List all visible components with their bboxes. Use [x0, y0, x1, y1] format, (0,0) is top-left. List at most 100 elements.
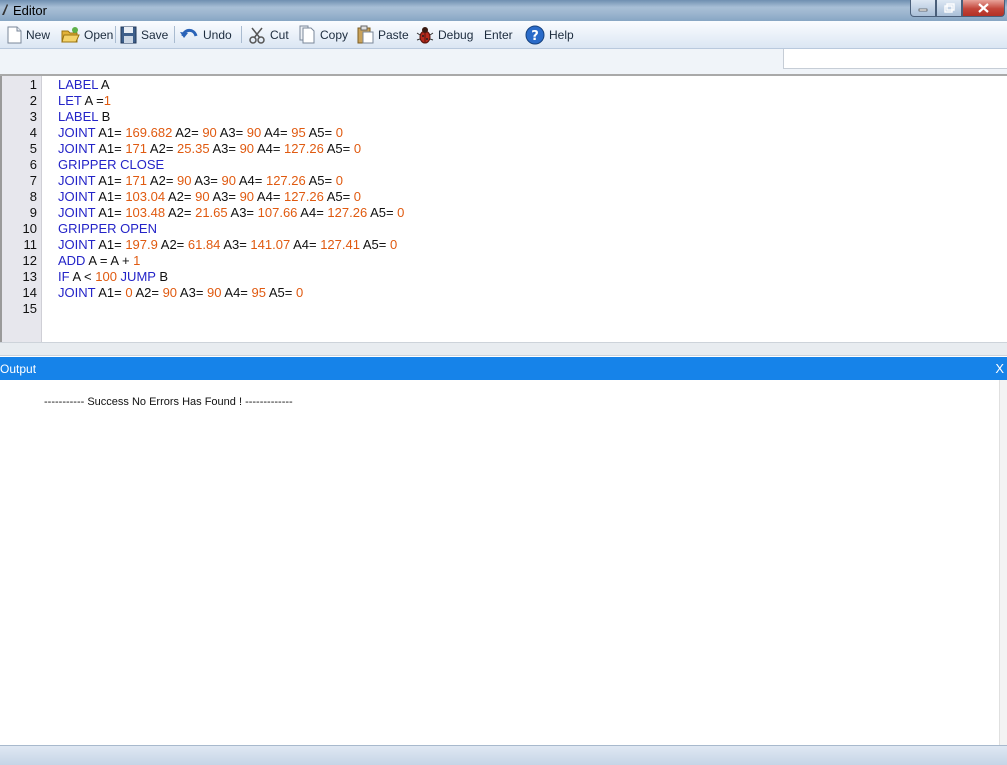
- code-number: 61.84: [187, 237, 221, 252]
- cut-label: Cut: [270, 27, 289, 42]
- code-text: A4=: [261, 125, 292, 140]
- code-number: 90: [239, 141, 255, 156]
- code-line[interactable]: GRIPPER OPEN: [58, 221, 157, 237]
- code-text: A1=: [98, 237, 126, 252]
- code-text: A = A +: [88, 253, 134, 268]
- code-number: 0: [295, 285, 304, 300]
- code-line[interactable]: GRIPPER CLOSE: [58, 157, 164, 173]
- minimize-button[interactable]: [910, 0, 936, 17]
- code-line[interactable]: JOINT A1= 169.682 A2= 90 A3= 90 A4= 95 A…: [58, 125, 343, 141]
- code-keyword: JOINT: [58, 173, 99, 188]
- copy-icon: [299, 25, 315, 44]
- code-line[interactable]: LABEL A: [58, 77, 110, 93]
- code-text: A5=: [359, 237, 390, 252]
- toolbar: New Open Save Undo Cut Copy Paste Debug …: [0, 21, 1007, 49]
- enter-button[interactable]: Enter: [484, 24, 513, 45]
- code-number: 90: [207, 285, 222, 300]
- help-button[interactable]: ? Help: [525, 24, 574, 45]
- code-line[interactable]: LABEL B: [58, 109, 110, 125]
- line-number: 4: [29, 125, 37, 140]
- code-line[interactable]: JOINT A1= 103.48 A2= 21.65 A3= 107.66 A4…: [58, 205, 404, 221]
- code-number: 90: [246, 125, 262, 140]
- code-text: A2=: [165, 189, 196, 204]
- cut-button[interactable]: Cut: [248, 24, 289, 45]
- new-label: New: [26, 27, 51, 42]
- code-keyword: GRIPPER OPEN: [58, 221, 157, 236]
- debug-label: Debug: [438, 27, 474, 42]
- app-icon: [2, 4, 8, 15]
- line-number: 11: [23, 237, 38, 252]
- help-icon: ?: [525, 25, 545, 44]
- output-panel-header: Output X: [0, 357, 1007, 380]
- code-number: 171: [125, 173, 148, 188]
- code-text: A3=: [191, 173, 222, 188]
- code-text: A5=: [265, 285, 296, 300]
- code-line[interactable]: JOINT A1= 171 A2= 25.35 A3= 90 A4= 127.2…: [58, 141, 361, 157]
- undo-button[interactable]: Undo: [179, 24, 232, 45]
- code-number: 0: [397, 205, 405, 220]
- code-number: 25.35: [177, 141, 210, 156]
- open-label: Open: [84, 27, 114, 42]
- line-number: 6: [29, 157, 37, 172]
- code-text: A5=: [367, 205, 398, 220]
- code-number: 169.682: [125, 125, 173, 140]
- code-keyword: IF: [58, 269, 73, 284]
- code-line[interactable]: ADD A = A + 1: [58, 253, 140, 269]
- restore-button[interactable]: [936, 0, 962, 17]
- code-text: A3=: [177, 285, 208, 300]
- code-text: A2=: [172, 125, 203, 140]
- panel-splitter[interactable]: [0, 342, 1007, 356]
- code-number: 0: [335, 125, 343, 140]
- code-text: A2=: [147, 173, 178, 188]
- window-title: Editor: [13, 3, 47, 18]
- line-number: 13: [22, 269, 37, 284]
- code-number: 90: [177, 173, 192, 188]
- paste-button[interactable]: Paste: [357, 24, 409, 45]
- close-window-button[interactable]: [962, 0, 1005, 17]
- code-text: A4=: [221, 285, 252, 300]
- code-line[interactable]: JOINT A1= 171 A2= 90 A3= 90 A4= 127.26 A…: [58, 173, 343, 189]
- code-line[interactable]: JOINT A1= 197.9 A2= 61.84 A3= 141.07 A4=…: [58, 237, 397, 253]
- debug-button[interactable]: Debug: [416, 24, 473, 45]
- save-button[interactable]: Save: [120, 24, 168, 45]
- line-number: 2: [29, 93, 37, 108]
- code-text: A <: [72, 269, 96, 284]
- code-number: 141.07: [250, 237, 291, 252]
- code-number: 90: [162, 285, 178, 300]
- code-text: A2=: [165, 205, 196, 220]
- code-text: A =: [84, 93, 104, 108]
- code-number: 127.26: [265, 173, 306, 188]
- code-line[interactable]: IF A < 100 JUMP B: [58, 269, 168, 285]
- code-line[interactable]: JOINT A1= 103.04 A2= 90 A3= 90 A4= 127.2…: [58, 189, 361, 205]
- code-editor[interactable]: 1 2 3 4 5 6 7 8 9 10 11 12 13 14 15 LABEL A LET A =1 LAB…: [0, 76, 1007, 342]
- code-number: 90: [221, 173, 236, 188]
- copy-label: Copy: [320, 27, 349, 42]
- code-number: 90: [239, 189, 255, 204]
- combo-input[interactable]: [783, 49, 1007, 69]
- code-number: 100: [95, 269, 117, 284]
- code-line[interactable]: JOINT A1= 0 A2= 90 A3= 90 A4= 95 A5= 0: [58, 285, 303, 301]
- code-number: 21.65: [195, 205, 228, 220]
- status-bar: [0, 745, 1007, 765]
- code-text: A4=: [254, 141, 285, 156]
- output-scrollbar[interactable]: [999, 380, 1007, 745]
- code-keyword: GRIPPER CLOSE: [58, 157, 165, 172]
- code-text: A2=: [132, 285, 163, 300]
- new-button[interactable]: New: [7, 24, 50, 45]
- code-number: 1: [103, 93, 111, 108]
- code-text: B: [101, 109, 111, 124]
- code-text: A5=: [305, 125, 336, 140]
- code-text: A5=: [323, 141, 354, 156]
- code-number: 95: [291, 125, 306, 140]
- code-line[interactable]: LET A =1: [58, 93, 111, 109]
- open-button[interactable]: Open: [61, 24, 113, 45]
- code-number: 127.41: [320, 237, 360, 252]
- output-close-button[interactable]: X: [995, 361, 1004, 376]
- code-keyword: JOINT: [58, 141, 99, 156]
- code-text: A3=: [227, 205, 258, 220]
- open-folder-icon: [61, 26, 80, 42]
- code-number: 103.48: [125, 205, 166, 220]
- code-keyword: JOINT: [58, 189, 99, 204]
- code-keyword: LET: [58, 93, 85, 108]
- copy-button[interactable]: Copy: [299, 24, 348, 45]
